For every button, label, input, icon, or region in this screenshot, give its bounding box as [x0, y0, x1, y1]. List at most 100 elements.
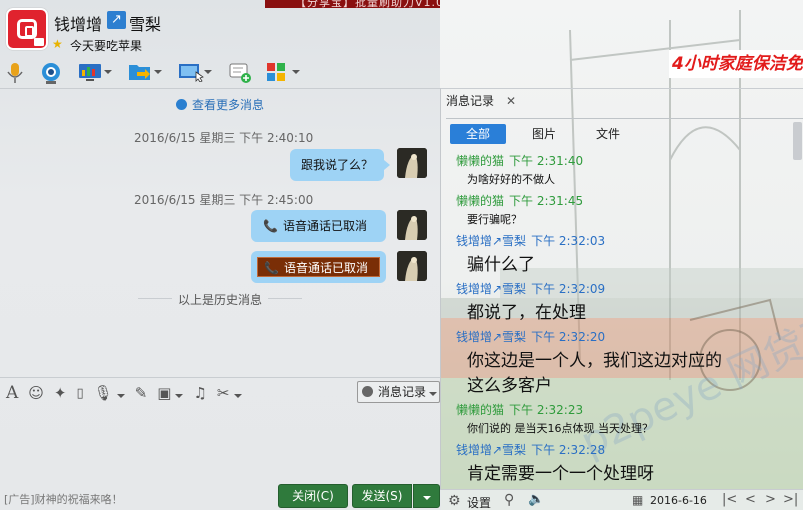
prev-page-icon[interactable]: < — [745, 492, 756, 507]
message-timestamp: 2016/6/15 星期三 下午 2:45:00 — [134, 193, 314, 207]
toolbar-group-apps — [266, 60, 300, 84]
chevron-down-icon[interactable] — [292, 70, 300, 74]
my-avatar[interactable] — [397, 251, 427, 281]
record-sender: 钱增增↗雪梨 — [456, 443, 527, 457]
record-sender: 钱增增↗雪梨 — [456, 330, 527, 344]
ad-banner[interactable]: 4小时家庭保洁免单 — [669, 50, 803, 78]
call-cancelled-bubble-selected[interactable]: 📞 语音通话已取消 — [251, 251, 386, 283]
toolbar-group-webcam — [40, 60, 62, 84]
record-time: 下午 2:32:20 — [531, 330, 606, 344]
scrollbar-thumb[interactable] — [793, 122, 802, 160]
view-more-messages-link[interactable]: 查看更多消息 — [176, 96, 264, 113]
message-text: 跟我说了么？ — [301, 158, 374, 172]
speaker-icon[interactable]: 🔈 — [528, 492, 544, 507]
search-icon[interactable]: ⚲ — [504, 492, 514, 508]
contact-name[interactable]: 钱增增 — [54, 11, 102, 35]
filter-images[interactable]: 图片 — [516, 124, 572, 144]
contact-avatar[interactable] — [6, 8, 48, 50]
message-input[interactable] — [0, 406, 440, 481]
record-time: 下午 2:31:45 — [509, 194, 584, 208]
close-icon[interactable]: ✕ — [506, 94, 516, 108]
record-time: 下午 2:32:28 — [531, 443, 606, 457]
toolbar-group-screen — [78, 60, 112, 84]
music-icon[interactable]: ♫ — [193, 384, 206, 402]
new-message-icon[interactable] — [228, 62, 251, 83]
contact-motto: 今天要吃苹果 — [70, 39, 143, 53]
bottom-ad-link[interactable]: [广告]财神的祝福来咯！ — [4, 491, 123, 507]
pc-online-icon — [34, 38, 44, 46]
record-sender: 懒懒的猫 — [456, 194, 505, 208]
chevron-down-icon — [429, 392, 438, 396]
magic-icon[interactable]: ✦ — [54, 384, 67, 402]
record-time: 下午 2:32:09 — [531, 282, 606, 296]
apps-icon[interactable] — [266, 62, 288, 82]
input-divider — [0, 377, 440, 378]
record-entry-header: 钱增增↗雪梨 下午 2:32:03 — [456, 232, 605, 249]
message-record-label: 消息记录 — [378, 385, 427, 399]
chevron-down-icon — [422, 496, 431, 500]
record-entry-header: 钱增增↗雪梨 下午 2:32:28 — [456, 441, 605, 458]
chevron-down-icon[interactable] — [104, 70, 112, 74]
record-time: 下午 2:32:23 — [509, 403, 584, 417]
share-arrow-icon: ↗ — [107, 11, 126, 29]
record-entry-header: 钱增增↗雪梨 下午 2:32:20 — [456, 328, 605, 345]
record-bottom-bar: ⚙ 设置 ⚲ 🔈 ▦ 2016-6-16 |< < > >| — [440, 489, 803, 510]
record-text: 肯定需要一个一个处理呀 — [467, 464, 654, 484]
tab-message-record[interactable]: 消息记录 — [446, 92, 494, 114]
my-avatar[interactable] — [397, 210, 427, 240]
message-record-button[interactable]: 消息记录 — [357, 381, 440, 403]
call-cancelled-message: 📞 语音通话已取消 — [257, 257, 380, 277]
contact-name-suffix[interactable]: 雪梨 — [129, 11, 161, 35]
microphone-icon[interactable] — [6, 62, 24, 83]
record-entry-header: 懒懒的猫 下午 2:31:40 — [456, 152, 583, 169]
call-cancelled-bubble[interactable]: 📞 语音通话已取消 — [251, 210, 386, 242]
call-cancelled-message: 📞 语音通话已取消 — [257, 216, 380, 236]
record-sender: 钱增增↗雪梨 — [456, 282, 527, 296]
next-page-icon[interactable]: > — [765, 492, 776, 507]
send-options-button[interactable] — [413, 484, 440, 508]
record-time: 下午 2:31:40 — [509, 154, 584, 168]
screenshot-icon[interactable]: ✂ — [217, 384, 242, 402]
chat-toolbar — [6, 60, 24, 84]
message-bubble[interactable]: 跟我说了么？ — [290, 149, 391, 181]
record-entry-header: 钱增增↗雪梨 下午 2:32:09 — [456, 280, 605, 297]
phone-icon: 📞 — [263, 219, 278, 233]
first-page-icon[interactable]: |< — [722, 492, 737, 507]
record-text: 为啥好好的不做人 — [467, 173, 555, 186]
send-button[interactable]: 发送(S) — [352, 484, 412, 508]
filter-files[interactable]: 文件 — [580, 124, 636, 144]
record-sender: 钱增增↗雪梨 — [456, 234, 527, 248]
emoji-icon[interactable]: ☺ — [28, 384, 44, 402]
record-text: 都说了，在处理 — [467, 303, 586, 323]
record-text: 骗什么了 — [467, 255, 535, 275]
font-icon[interactable]: A — [6, 383, 18, 403]
toolbar-group-newmsg — [228, 60, 251, 84]
remote-assist-icon[interactable] — [178, 62, 204, 83]
record-tab-divider — [446, 118, 803, 119]
history-divider: 以上是历史消息 — [0, 291, 440, 308]
chevron-down-icon[interactable] — [204, 70, 212, 74]
message-timestamp: 2016/6/15 星期三 下午 2:40:10 — [134, 131, 314, 145]
file-transfer-icon[interactable] — [128, 62, 150, 82]
input-toolbar: A ☺ ✦ ▯ 🎙 ✎ ▣ ♫ ✂ — [6, 383, 242, 403]
video-shake-icon[interactable]: ▯ — [77, 386, 84, 401]
last-page-icon[interactable]: >| — [783, 492, 798, 507]
phone-icon: 📞 — [264, 261, 279, 275]
call-text: 语音通话已取消 — [283, 261, 368, 275]
screen-share-icon[interactable] — [78, 62, 101, 82]
settings-label[interactable]: 设置 — [467, 494, 491, 510]
history-divider-label: 以上是历史消息 — [177, 293, 262, 307]
toolbar-group-file — [128, 60, 162, 84]
gear-icon[interactable]: ⚙ — [448, 493, 461, 509]
calendar-icon[interactable]: ▦ — [632, 493, 643, 507]
filter-all[interactable]: 全部 — [450, 124, 506, 144]
my-avatar[interactable] — [397, 148, 427, 178]
image-icon[interactable]: ▣ — [157, 384, 184, 402]
webcam-icon[interactable] — [40, 62, 62, 84]
voice-message-icon[interactable]: 🎙 — [94, 384, 125, 402]
record-entry-header: 懒懒的猫 下午 2:31:45 — [456, 192, 583, 209]
record-date[interactable]: 2016-6-16 — [650, 494, 707, 507]
edit-icon[interactable]: ✎ — [135, 384, 148, 402]
close-button[interactable]: 关闭(C) — [278, 484, 348, 508]
chevron-down-icon[interactable] — [154, 70, 162, 74]
